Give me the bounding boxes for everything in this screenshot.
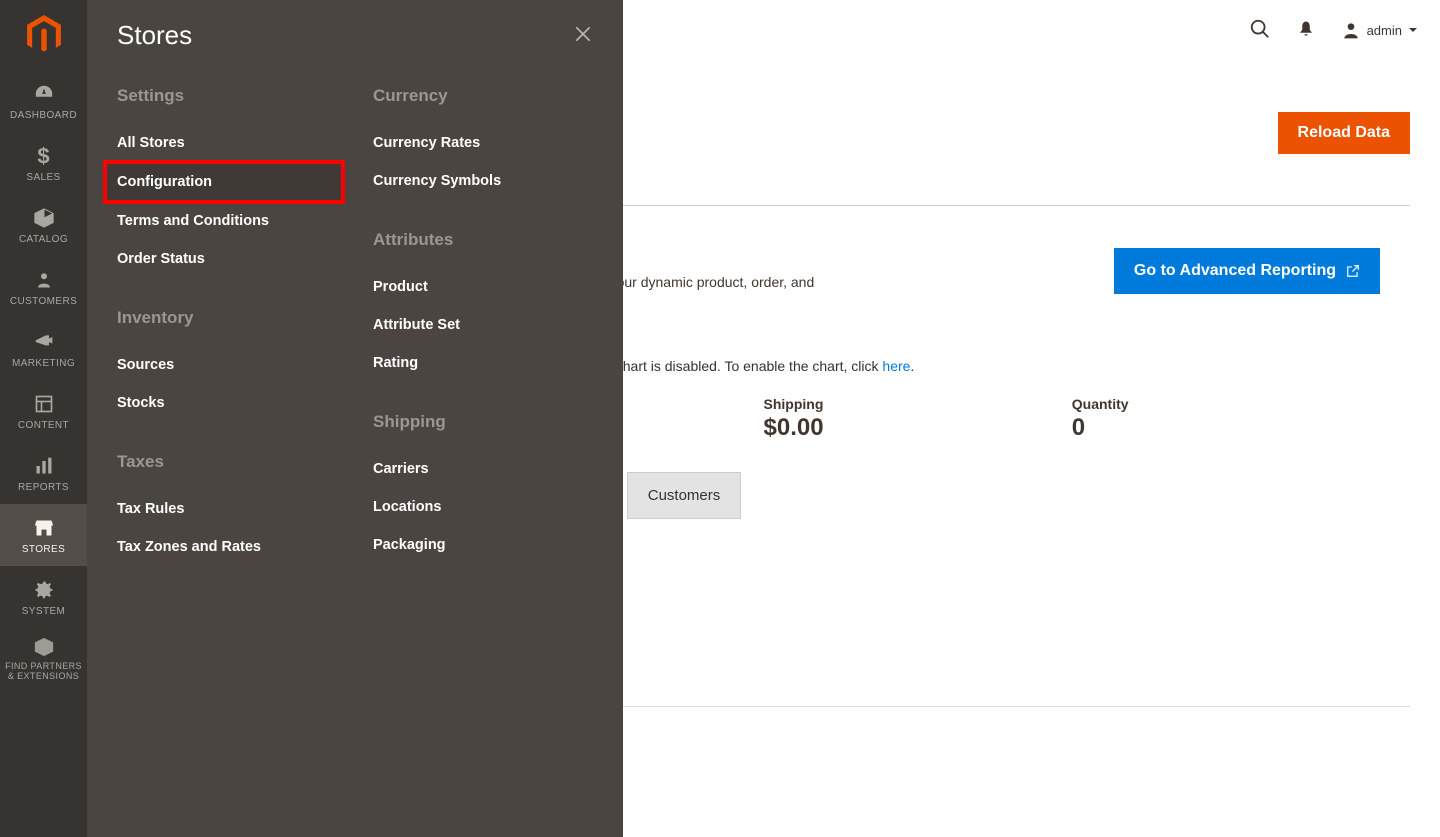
stat-shipping: Shipping $0.00 [764,396,1072,442]
sidebar-item-find-partners[interactable]: FIND PARTNERS & EXTENSIONS [0,628,87,690]
user-icon [1341,20,1361,40]
admin-sidebar: DASHBOARD $ SALES CATALOG CUSTOMERS MARK… [0,0,87,837]
enable-chart-link[interactable]: here [882,358,910,374]
flyout-section-taxes: Taxes Tax Rules Tax Zones and Rates [117,452,343,566]
store-icon [32,516,56,540]
stores-flyout: Stores Settings All Stores Configuration… [87,0,623,837]
link-locations[interactable]: Locations [373,488,593,526]
sidebar-item-marketing[interactable]: MARKETING [0,318,87,380]
link-carriers[interactable]: Carriers [373,450,593,488]
admin-user-menu[interactable]: admin [1341,20,1418,40]
person-icon [32,268,56,292]
dashboard-icon [32,82,56,106]
megaphone-icon [32,330,56,354]
sidebar-item-catalog[interactable]: CATALOG [0,194,87,256]
section-title: Currency [373,86,593,106]
button-label: Go to Advanced Reporting [1134,262,1336,280]
sidebar-item-content[interactable]: CONTENT [0,380,87,442]
dollar-icon: $ [32,144,56,168]
section-title: Shipping [373,412,593,432]
link-tax-rules[interactable]: Tax Rules [117,490,343,528]
reload-data-button[interactable]: Reload Data [1278,112,1410,154]
flyout-section-shipping: Shipping Carriers Locations Packaging [373,412,593,564]
flyout-section-inventory: Inventory Sources Stocks [117,308,343,422]
flyout-header: Stores [87,0,623,71]
partners-icon [32,636,56,658]
sidebar-label: SYSTEM [22,606,66,617]
section-title: Taxes [117,452,343,472]
sidebar-label: CUSTOMERS [10,296,77,307]
go-to-advanced-reporting-button[interactable]: Go to Advanced Reporting [1114,248,1380,294]
stat-label: Quantity [1072,396,1380,412]
link-all-stores[interactable]: All Stores [117,124,343,162]
flyout-col-1: Settings All Stores Configuration Terms … [117,86,343,596]
link-rating[interactable]: Rating [373,344,593,382]
flyout-title: Stores [117,20,192,51]
stat-value: 0 [1072,414,1380,442]
bell-icon[interactable] [1297,19,1315,42]
sidebar-label: MARKETING [12,358,75,369]
link-stocks[interactable]: Stocks [117,384,343,422]
cube-icon [32,206,56,230]
sidebar-item-customers[interactable]: CUSTOMERS [0,256,87,318]
chevron-down-icon [1408,25,1418,35]
flyout-body: Settings All Stores Configuration Terms … [87,71,623,611]
flyout-section-attributes: Attributes Product Attribute Set Rating [373,230,593,382]
stat-quantity: Quantity 0 [1072,396,1380,442]
magento-icon [27,15,61,55]
sidebar-item-sales[interactable]: $ SALES [0,132,87,194]
link-attribute-set[interactable]: Attribute Set [373,306,593,344]
section-title: Attributes [373,230,593,250]
sidebar-label: REPORTS [18,482,69,493]
link-currency-rates[interactable]: Currency Rates [373,124,593,162]
link-packaging[interactable]: Packaging [373,526,593,564]
layout-icon [32,392,56,416]
sidebar-label: FIND PARTNERS & EXTENSIONS [4,662,83,682]
sidebar-label: CATALOG [19,234,68,245]
section-title: Settings [117,86,343,106]
link-order-status[interactable]: Order Status [117,240,343,278]
sidebar-item-reports[interactable]: REPORTS [0,442,87,504]
admin-username: admin [1367,23,1402,38]
link-product-attr[interactable]: Product [373,268,593,306]
link-currency-symbols[interactable]: Currency Symbols [373,162,593,200]
sidebar-item-system[interactable]: SYSTEM [0,566,87,628]
sidebar-label: STORES [22,544,65,555]
gear-icon [32,578,56,602]
tab-customers[interactable]: Customers [627,472,742,519]
section-title: Inventory [117,308,343,328]
sidebar-item-dashboard[interactable]: DASHBOARD [0,70,87,132]
external-link-icon [1346,264,1360,278]
magento-logo[interactable] [0,0,87,70]
bars-icon [32,454,56,478]
flyout-col-2: Currency Currency Rates Currency Symbols… [373,86,593,596]
sidebar-item-stores[interactable]: STORES [0,504,87,566]
flyout-section-currency: Currency Currency Rates Currency Symbols [373,86,593,200]
flyout-section-settings: Settings All Stores Configuration Terms … [117,86,343,278]
svg-text:$: $ [37,145,50,167]
stat-value: $0.00 [764,414,1072,442]
sidebar-nav: DASHBOARD $ SALES CATALOG CUSTOMERS MARK… [0,70,87,690]
link-sources[interactable]: Sources [117,346,343,384]
stat-label: Shipping [764,396,1072,412]
close-icon[interactable] [573,24,593,47]
link-terms-conditions[interactable]: Terms and Conditions [117,202,343,240]
link-tax-zones-rates[interactable]: Tax Zones and Rates [117,528,343,566]
link-configuration[interactable]: Configuration [105,162,343,202]
sidebar-label: SALES [26,172,60,183]
sidebar-label: DASHBOARD [10,110,77,121]
sidebar-label: CONTENT [18,420,69,431]
search-icon[interactable] [1249,18,1271,43]
